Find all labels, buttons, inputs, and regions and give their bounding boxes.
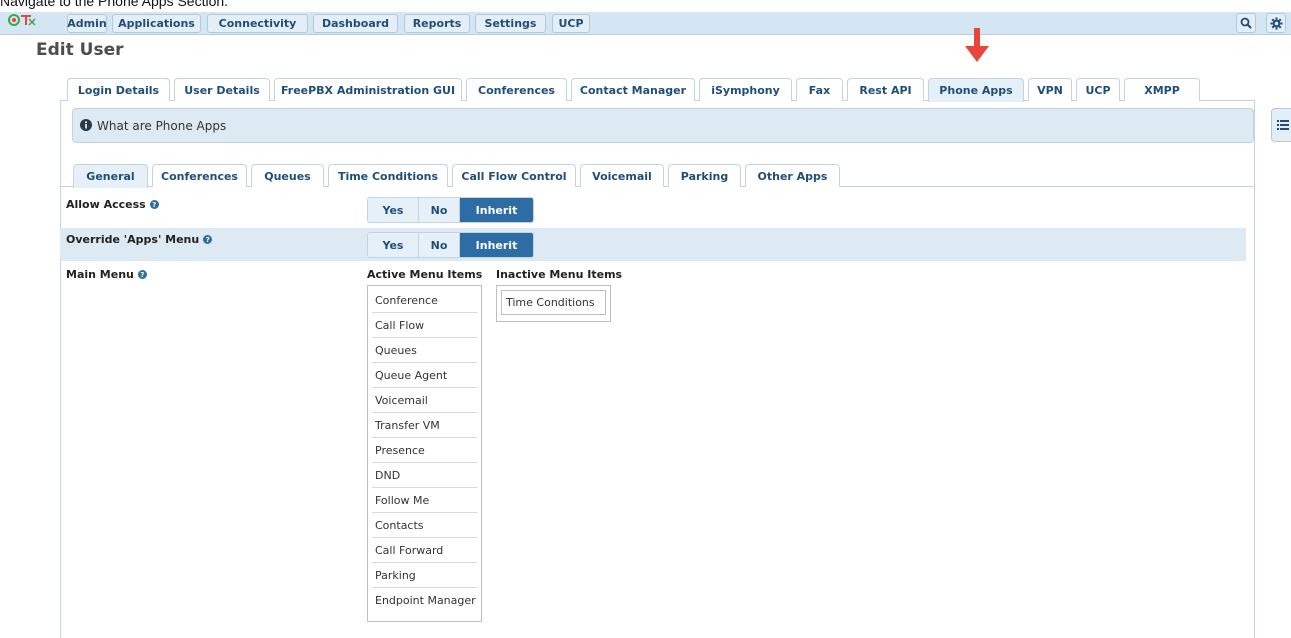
- subtab-voicemail[interactable]: Voicemail: [580, 164, 664, 187]
- freepbx-logo[interactable]: [5, 13, 37, 31]
- nav-reports[interactable]: Reports: [404, 14, 470, 33]
- subtab-time-conditions[interactable]: Time Conditions: [328, 164, 448, 187]
- nav-connectivity[interactable]: Connectivity: [207, 14, 308, 33]
- override-menu-yes[interactable]: Yes: [368, 233, 419, 257]
- active-menu-item[interactable]: Follow Me: [372, 488, 477, 513]
- inactive-menu-heading: Inactive Menu Items: [496, 268, 623, 281]
- active-menu-item[interactable]: Call Flow: [372, 313, 477, 338]
- tab-conferences[interactable]: Conferences: [466, 78, 567, 101]
- tab-xmpp[interactable]: XMPP: [1124, 78, 1200, 101]
- override-menu-inherit[interactable]: Inherit: [460, 233, 533, 257]
- active-menu-item[interactable]: Presence: [372, 438, 477, 463]
- active-menu-item[interactable]: Queues: [372, 338, 477, 363]
- subtab-queues[interactable]: Queues: [251, 164, 324, 187]
- subtab-conferences[interactable]: Conferences: [152, 164, 247, 187]
- tab-user-details[interactable]: User Details: [174, 78, 270, 101]
- allow-access-yes[interactable]: Yes: [368, 198, 419, 222]
- page-title: Edit User: [36, 40, 124, 60]
- tab-vpn[interactable]: VPN: [1028, 78, 1072, 101]
- active-menu-item[interactable]: Endpoint Manager: [372, 588, 477, 613]
- subtab-parking[interactable]: Parking: [668, 164, 741, 187]
- active-menu-item[interactable]: Parking: [372, 563, 477, 588]
- nav-applications[interactable]: Applications: [112, 14, 201, 33]
- help-icon[interactable]: ?: [203, 235, 213, 244]
- active-menu-item[interactable]: Transfer VM: [372, 413, 477, 438]
- main-menu-label: Main Menu ?: [66, 268, 147, 281]
- active-menu-item[interactable]: Voicemail: [372, 388, 477, 413]
- subtab-general[interactable]: General: [73, 164, 148, 188]
- tab-rest-api[interactable]: Rest API: [847, 78, 924, 101]
- override-menu-toggle: Yes No Inherit: [367, 232, 534, 258]
- override-menu-label: Override 'Apps' Menu ?: [66, 233, 213, 246]
- page-caption: Navigate to the Phone Apps Section.: [0, 0, 229, 9]
- override-row: [60, 228, 1246, 261]
- active-menu-item[interactable]: Contacts: [372, 513, 477, 538]
- tab-fax[interactable]: Fax: [796, 78, 843, 101]
- info-box[interactable]: [72, 108, 1254, 143]
- active-menu-item[interactable]: Queue Agent: [372, 363, 477, 388]
- list-toggle-button[interactable]: [1271, 108, 1291, 142]
- allow-access-toggle: Yes No Inherit: [367, 197, 534, 223]
- nav-ucp[interactable]: UCP: [552, 14, 590, 33]
- tab-phone-apps[interactable]: Phone Apps: [928, 78, 1024, 102]
- inactive-menu-item[interactable]: Time Conditions: [501, 290, 606, 315]
- settings-button[interactable]: [1266, 13, 1286, 33]
- allow-access-no[interactable]: No: [419, 198, 460, 222]
- inactive-menu-list: Time Conditions: [496, 285, 611, 322]
- override-menu-no[interactable]: No: [419, 233, 460, 257]
- info-icon: [80, 119, 92, 131]
- active-menu-heading: Active Menu Items: [367, 268, 483, 281]
- list-icon: [1277, 120, 1289, 130]
- gear-icon: [1269, 16, 1283, 30]
- help-icon[interactable]: ?: [149, 200, 159, 209]
- active-menu-item[interactable]: Conference: [372, 288, 477, 313]
- active-menu-item[interactable]: Call Forward: [372, 538, 477, 563]
- nav-settings[interactable]: Settings: [475, 14, 546, 33]
- subtab-other-apps[interactable]: Other Apps: [745, 164, 840, 187]
- search-icon: [1240, 17, 1252, 29]
- nav-admin[interactable]: Admin: [67, 14, 107, 33]
- tab-freepbx-admin-gui[interactable]: FreePBX Administration GUI: [274, 78, 462, 101]
- active-menu-item[interactable]: DND: [372, 463, 477, 488]
- nav-dashboard[interactable]: Dashboard: [313, 14, 398, 33]
- help-icon[interactable]: ?: [137, 270, 147, 279]
- info-box-label[interactable]: What are Phone Apps: [97, 119, 226, 133]
- subtab-call-flow-control[interactable]: Call Flow Control: [452, 164, 576, 187]
- tab-contact-manager[interactable]: Contact Manager: [571, 78, 695, 101]
- active-menu-list: Conference Call Flow Queues Queue Agent …: [367, 285, 482, 622]
- tab-ucp[interactable]: UCP: [1076, 78, 1120, 101]
- tab-login-details[interactable]: Login Details: [67, 78, 170, 101]
- allow-access-label: Allow Access ?: [66, 198, 159, 211]
- allow-access-inherit[interactable]: Inherit: [460, 198, 533, 222]
- pointer-arrow-icon: [965, 28, 989, 62]
- tab-isymphony[interactable]: iSymphony: [699, 78, 792, 101]
- search-button[interactable]: [1236, 13, 1256, 33]
